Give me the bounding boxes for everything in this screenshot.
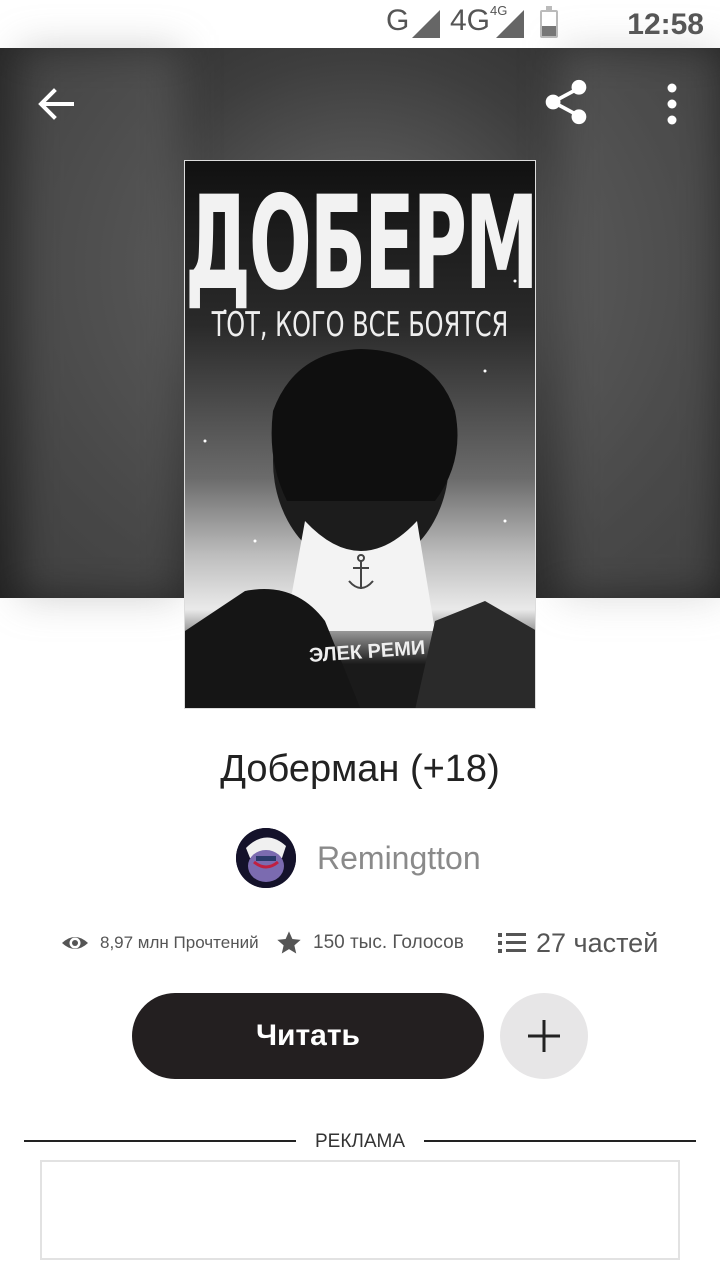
reads-count: 8,97 млн Прочтений bbox=[100, 933, 259, 952]
ad-slot[interactable] bbox=[40, 1160, 680, 1260]
plus-icon bbox=[528, 1020, 560, 1052]
cover-title: ДОБЕРМАН bbox=[185, 169, 536, 320]
eye-icon bbox=[62, 937, 88, 949]
author-avatar[interactable] bbox=[236, 828, 296, 888]
signal-strength-icon bbox=[496, 10, 524, 38]
parts-count[interactable]: 27 частей bbox=[536, 928, 658, 959]
battery-icon bbox=[540, 6, 558, 38]
ad-label: РЕКЛАМА bbox=[314, 1131, 406, 1152]
list-icon bbox=[498, 933, 526, 953]
network-type-label: G bbox=[386, 4, 410, 37]
votes-count: 150 тыс. Голосов bbox=[313, 932, 464, 953]
cover-subtitle: ТОТ, КОГО ВСЕ БОЯТСЯ bbox=[211, 305, 509, 345]
back-arrow-icon[interactable] bbox=[32, 80, 80, 128]
add-to-library-button[interactable] bbox=[500, 993, 588, 1079]
ad-divider bbox=[24, 1140, 296, 1142]
signal-strength-icon bbox=[412, 10, 440, 38]
read-button[interactable]: Читать bbox=[132, 993, 484, 1079]
status-bar: G 4G4G 12:58 bbox=[0, 0, 720, 48]
author-name[interactable]: Remingtton bbox=[317, 840, 481, 877]
star-icon bbox=[277, 931, 301, 954]
more-options-icon[interactable] bbox=[650, 80, 698, 128]
book-cover[interactable]: ДОБЕРМАН ТОТ, КОГО ВСЕ БОЯТСЯ ЭЛЕК РЕМИ bbox=[184, 160, 536, 709]
share-icon[interactable] bbox=[542, 78, 590, 126]
votes-stat: 150 тыс. Голосов bbox=[275, 926, 464, 960]
reads-stat: 8,97 млн Прочтений bbox=[60, 926, 259, 960]
ad-divider bbox=[424, 1140, 696, 1142]
parts-stat[interactable]: 27 частей bbox=[498, 926, 658, 960]
book-title: Доберман (+18) bbox=[220, 748, 500, 790]
status-time: 12:58 bbox=[627, 8, 704, 41]
